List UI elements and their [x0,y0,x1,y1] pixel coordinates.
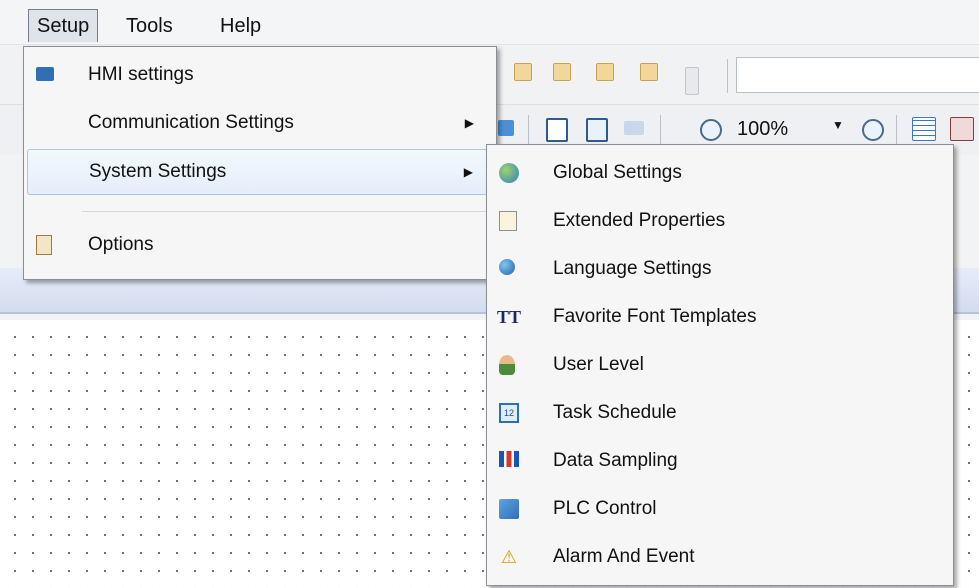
object-selector-combo[interactable] [736,57,979,93]
menu-help[interactable]: Help [212,10,269,42]
paste-icon[interactable] [553,63,571,81]
menu-item-label: Language Settings [553,258,712,279]
window-icon[interactable] [546,118,568,142]
user-lock-icon [499,355,515,375]
toolbar-overflow-icon[interactable] [685,67,699,95]
bar-chart-icon [499,451,519,467]
globe-gear-icon [499,163,519,183]
grid-icon[interactable] [912,117,936,141]
table-icon[interactable] [950,117,974,141]
move-in-icon[interactable] [624,121,644,135]
clipboard-checklist-icon [36,235,52,255]
menu-item-system-settings[interactable]: System Settings ▶ [27,149,493,195]
menu-item-label: User Level [553,354,644,375]
font-tt-icon: TT [497,306,522,327]
menu-item-label: PLC Control [553,498,657,519]
menu-item-communication-settings[interactable]: Communication Settings ▶ [24,101,496,145]
alarm-warning-icon: ⚠ [500,546,518,567]
duplicate-icon[interactable] [596,63,614,81]
arrow-right-icon[interactable] [498,120,514,136]
menu-item-alarm-and-event[interactable]: ⚠ Alarm And Event [487,535,953,579]
menu-item-label: Communication Settings [88,112,294,133]
menu-item-label: Options [88,234,154,255]
menu-item-task-schedule[interactable]: 12 Task Schedule [487,391,953,435]
menu-item-user-level[interactable]: User Level [487,343,953,387]
menu-item-favorite-font-templates[interactable]: TT Favorite Font Templates [487,295,953,339]
setup-menu: HMI settings Communication Settings ▶ Sy… [23,46,497,280]
zoom-dropdown-arrow[interactable]: ▼ [832,118,844,132]
menu-setup[interactable]: Setup [28,9,99,42]
properties-gear-icon [499,211,517,231]
menu-item-label: Extended Properties [553,210,726,231]
menu-item-global-settings[interactable]: Global Settings [487,151,953,195]
menu-item-plc-control[interactable]: PLC Control [487,487,953,531]
menu-item-label: HMI settings [88,64,194,85]
menu-tools[interactable]: Tools [118,10,181,42]
calendar-icon: 12 [499,403,519,423]
menu-item-hmi-settings[interactable]: HMI settings [24,53,496,97]
toolbar-separator [528,115,529,145]
copy-icon[interactable] [514,63,532,81]
menu-item-data-sampling[interactable]: Data Sampling [487,439,953,483]
menu-item-label: Alarm And Event [553,546,695,567]
menu-item-extended-properties[interactable]: Extended Properties [487,199,953,243]
system-settings-submenu: Global Settings Extended Properties Lang… [486,144,954,586]
menu-separator [82,211,492,212]
toolbar-separator [896,115,897,145]
menu-item-label: Favorite Font Templates [553,306,757,327]
globe-stand-icon [499,259,515,275]
menu-item-label: Task Schedule [553,402,677,423]
chart-window-icon[interactable] [586,118,608,142]
zoom-in-icon[interactable] [700,119,722,141]
zoom-out-icon[interactable] [862,119,884,141]
toolbar-separator [727,59,728,93]
menu-item-label: System Settings [89,161,227,182]
menu-bar: Setup Tools Help [0,0,979,44]
menu-item-label: Data Sampling [553,450,678,471]
monitor-gear-icon [36,67,54,81]
toolbar-separator [660,115,661,145]
menu-item-options[interactable]: Options [24,223,496,267]
clone-icon[interactable] [640,63,658,81]
plc-gear-icon [499,499,519,519]
menu-item-language-settings[interactable]: Language Settings [487,247,953,291]
submenu-arrow-icon: ▶ [463,165,473,179]
menu-item-label: Global Settings [553,162,682,183]
zoom-level[interactable]: 100% [737,118,788,141]
submenu-arrow-icon: ▶ [464,116,474,130]
